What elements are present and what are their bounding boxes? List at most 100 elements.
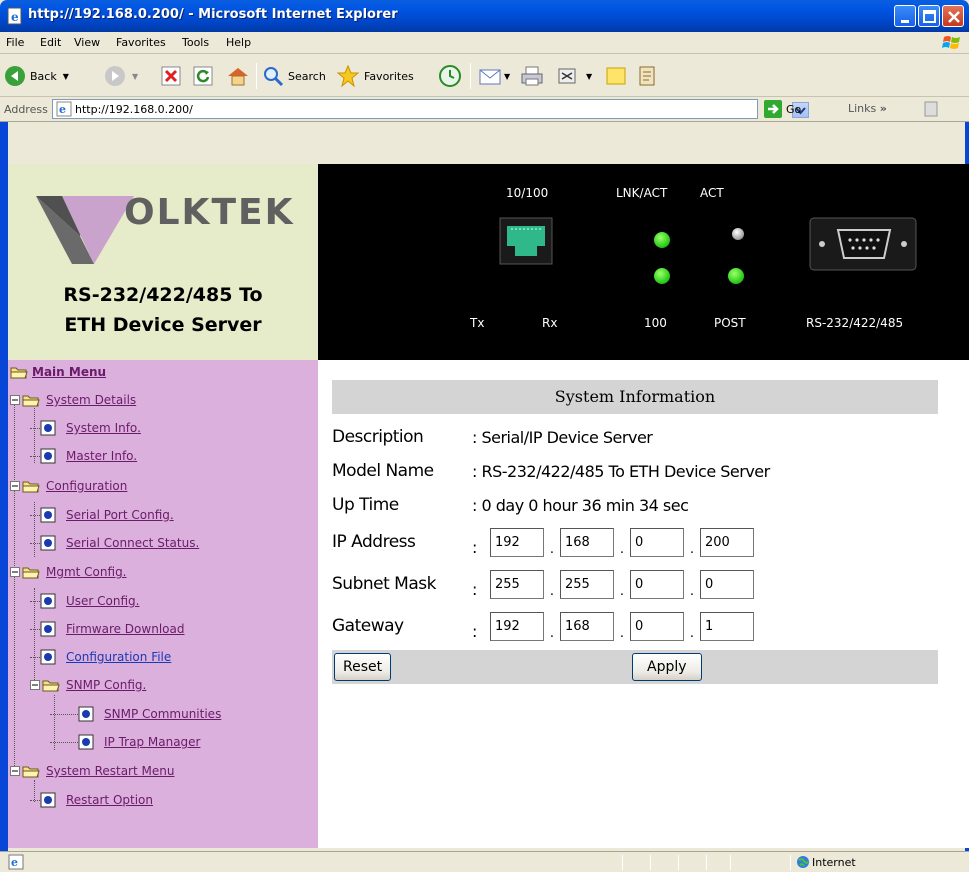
firmware-download-link[interactable]: Firmware Download <box>66 622 184 636</box>
tree-master-info[interactable]: Master Info. <box>30 446 137 466</box>
restart-option-link[interactable]: Restart Option <box>66 793 153 807</box>
refresh-button[interactable] <box>192 63 214 89</box>
tree-configuration-file[interactable]: Configuration File <box>30 647 171 667</box>
user-config-link[interactable]: User Config. <box>66 594 139 608</box>
collapse-minus-icon[interactable] <box>10 567 20 577</box>
extension-icon[interactable] <box>922 100 944 118</box>
reset-button[interactable]: Reset <box>334 653 392 681</box>
page-icon <box>40 535 56 551</box>
system-info-link[interactable]: System Info. <box>66 421 141 435</box>
colon: : <box>472 537 478 557</box>
history-button[interactable] <box>438 63 462 89</box>
tree-serial-connect-status[interactable]: Serial Connect Status. <box>30 533 199 553</box>
print-button[interactable] <box>520 63 544 89</box>
status-separator <box>706 855 707 870</box>
folder-open-icon <box>22 481 40 493</box>
menu-view[interactable]: View <box>74 36 100 49</box>
edit-dropdown-icon[interactable]: ▼ <box>586 72 592 81</box>
forward-dropdown-icon[interactable]: ▼ <box>132 72 138 81</box>
stop-button[interactable] <box>160 63 182 89</box>
product-title: RS-232/422/485 To ETH Device Server <box>8 280 318 340</box>
page-icon <box>40 649 56 665</box>
tree-firmware-download[interactable]: Firmware Download <box>30 619 184 639</box>
tree-snmp-config[interactable]: SNMP Config. <box>30 675 146 695</box>
discuss-button[interactable] <box>604 63 628 89</box>
edit-button[interactable]: ▼ <box>556 63 592 89</box>
snmp-communities-link[interactable]: SNMP Communities <box>104 707 221 721</box>
serial-port-label: RS-232/422/485 <box>806 316 904 330</box>
minimize-button[interactable] <box>894 5 916 27</box>
tree-mgmt-config[interactable]: Mgmt Config. <box>10 562 127 582</box>
tree-system-details[interactable]: System Details <box>10 390 136 410</box>
tree-system-info[interactable]: System Info. <box>30 418 141 438</box>
subnet-octet-4-input[interactable]: 0 <box>700 569 754 599</box>
subnet-octet-2-input[interactable]: 255 <box>560 569 614 599</box>
address-input[interactable]: e http://192.168.0.200/ <box>52 99 809 119</box>
gateway-octet-3-input[interactable]: 0 <box>630 611 684 641</box>
rx-label: Rx <box>542 316 558 330</box>
main-menu-link[interactable]: Main Menu <box>32 365 106 379</box>
menu-tools[interactable]: Tools <box>182 36 209 49</box>
ip-octet-1-input[interactable]: 192 <box>490 527 544 557</box>
back-button[interactable]: Back ▼ <box>4 63 69 89</box>
gateway-octet-2-input[interactable]: 168 <box>560 611 614 641</box>
system-details-link[interactable]: System Details <box>46 393 136 407</box>
forward-button[interactable]: ▼ <box>104 63 138 89</box>
subnet-octet-1-input[interactable]: 255 <box>490 569 544 599</box>
ip-octet-2-input[interactable]: 168 <box>560 527 614 557</box>
tree-user-config[interactable]: User Config. <box>30 591 139 611</box>
gateway-octet-1-input[interactable]: 192 <box>490 611 544 641</box>
close-button[interactable] <box>942 5 964 27</box>
maximize-button[interactable] <box>918 5 940 27</box>
ip-octet-3-input[interactable]: 0 <box>630 527 684 557</box>
favorites-button[interactable]: Favorites <box>336 63 414 89</box>
tree-system-restart-menu[interactable]: System Restart Menu <box>10 761 174 781</box>
menu-file[interactable]: File <box>6 36 24 49</box>
system-restart-menu-link[interactable]: System Restart Menu <box>46 764 174 778</box>
mail-dropdown-icon[interactable]: ▼ <box>504 72 510 81</box>
menu-help[interactable]: Help <box>226 36 251 49</box>
svg-text:e: e <box>59 103 66 116</box>
ie-page-icon: e <box>7 7 22 25</box>
apply-button[interactable]: Apply <box>632 653 702 681</box>
page-icon <box>40 420 56 436</box>
menu-favorites[interactable]: Favorites <box>116 36 166 49</box>
master-info-link[interactable]: Master Info. <box>66 449 137 463</box>
lnk-act-led <box>654 232 670 248</box>
links-button[interactable]: Links » <box>848 102 887 115</box>
favorites-star-icon <box>336 64 360 88</box>
collapse-minus-icon[interactable] <box>30 680 40 690</box>
search-button[interactable]: Search <box>262 63 326 89</box>
collapse-minus-icon[interactable] <box>10 766 20 776</box>
windows-flag-icon <box>942 36 960 49</box>
menu-edit[interactable]: Edit <box>40 36 61 49</box>
tree-ip-trap-manager[interactable]: IP Trap Manager <box>50 732 200 752</box>
collapse-minus-icon[interactable] <box>10 481 20 491</box>
tree-main-menu[interactable]: Main Menu <box>10 362 106 382</box>
back-dropdown-icon[interactable]: ▼ <box>63 72 69 81</box>
gateway-octet-4-input[interactable]: 1 <box>700 611 754 641</box>
configuration-file-link[interactable]: Configuration File <box>66 650 171 664</box>
tree-restart-option[interactable]: Restart Option <box>30 790 153 810</box>
mgmt-config-link[interactable]: Mgmt Config. <box>46 565 127 579</box>
snmp-config-link[interactable]: SNMP Config. <box>66 678 146 692</box>
serial-connect-status-link[interactable]: Serial Connect Status. <box>66 536 199 550</box>
mail-button[interactable]: ▼ <box>478 63 510 89</box>
tree-serial-port-config[interactable]: Serial Port Config. <box>30 505 174 525</box>
dot: . <box>689 583 695 599</box>
go-button[interactable]: Go <box>764 100 801 118</box>
product-line-2: ETH Device Server <box>64 314 262 336</box>
collapse-minus-icon[interactable] <box>10 395 20 405</box>
speed-100-label: 100 <box>644 316 667 330</box>
serial-port-config-link[interactable]: Serial Port Config. <box>66 508 174 522</box>
ip-trap-manager-link[interactable]: IP Trap Manager <box>104 735 200 749</box>
home-button[interactable] <box>226 63 250 89</box>
gateway-row: Gateway : 192 . 168 . 0 . 1 <box>332 609 938 643</box>
messenger-button[interactable] <box>636 63 660 89</box>
window-title-bar[interactable]: e http://192.168.0.200/ - Microsoft Inte… <box>0 0 969 32</box>
subnet-octet-3-input[interactable]: 0 <box>630 569 684 599</box>
configuration-link[interactable]: Configuration <box>46 479 127 493</box>
tree-snmp-communities[interactable]: SNMP Communities <box>50 704 221 724</box>
ip-octet-4-input[interactable]: 200 <box>700 527 754 557</box>
tree-configuration[interactable]: Configuration <box>10 476 127 496</box>
